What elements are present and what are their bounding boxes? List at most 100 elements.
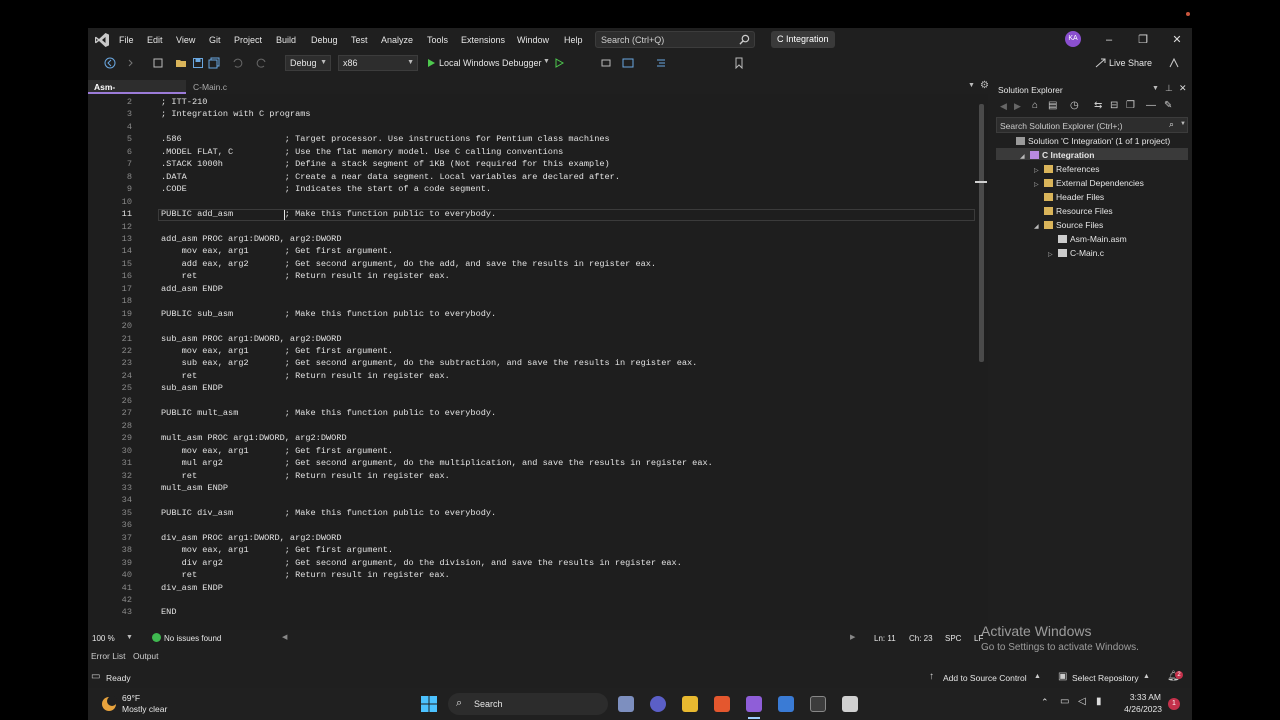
tab-asm-main[interactable]: Asm-Main.asm⊣✕ <box>88 80 186 106</box>
tree-item[interactable]: ◢ C Integration <box>1020 150 1094 160</box>
code-line[interactable]: PUBLIC mult_asm ; Make this function pub… <box>161 408 496 418</box>
tree-expander-icon[interactable]: ▷ <box>1048 251 1058 258</box>
menu-git[interactable]: Git <box>209 35 221 45</box>
browse-icon[interactable] <box>622 57 634 69</box>
output-window-icon[interactable]: ▭ <box>91 671 100 682</box>
tree-item[interactable]: ▷ C-Main.c <box>1048 248 1104 258</box>
code-line[interactable]: .MODEL FLAT, C ; Use the flat memory mod… <box>161 147 563 157</box>
menu-extensions[interactable]: Extensions <box>461 35 505 45</box>
code-line[interactable]: ret ; Return result in register eax. <box>161 471 450 481</box>
chevron-up-icon[interactable]: ⌃ <box>1041 697 1049 708</box>
home-icon[interactable]: ⌂ <box>1032 100 1038 111</box>
code-line[interactable]: ; ITT-210 <box>161 97 207 107</box>
code-line[interactable]: PUBLIC add_asm ; Make this function publ… <box>161 209 496 219</box>
code-line[interactable]: div_asm ENDP <box>161 583 223 593</box>
tree-item[interactable]: Solution 'C Integration' (1 of 1 project… <box>1006 136 1170 146</box>
code-line[interactable]: mult_asm ENDP <box>161 483 228 493</box>
tree-item[interactable]: ▷ External Dependencies <box>1034 178 1144 188</box>
weather-temperature[interactable]: 69°F <box>122 693 140 703</box>
new-project-icon[interactable] <box>152 57 164 69</box>
start-debugging-icon[interactable] <box>425 57 437 69</box>
avatar[interactable]: KA <box>1065 31 1081 47</box>
code-line[interactable]: .CODE ; Indicates the start of a code se… <box>161 184 491 194</box>
visual-studio-taskbar-icon[interactable] <box>746 696 762 712</box>
live-share-button[interactable]: Live Share <box>1109 58 1152 68</box>
add-to-source-control-button[interactable]: Add to Source Control <box>943 673 1027 683</box>
tab-error-list[interactable]: Error List <box>91 651 125 661</box>
tree-expander-icon[interactable]: ◢ <box>1020 153 1030 160</box>
code-line[interactable]: add eax, arg2 ; Get second argument, do … <box>161 259 656 269</box>
taskbar-search[interactable]: ⌕ Search <box>448 693 608 715</box>
save-all-icon[interactable] <box>208 57 220 69</box>
code-line[interactable]: mov eax, arg1 ; Get first argument. <box>161 446 393 456</box>
scroll-right-icon[interactable]: ▶ <box>850 633 855 641</box>
menu-test[interactable]: Test <box>351 35 368 45</box>
volume-muted-icon[interactable]: ◁ <box>1078 696 1086 707</box>
code-line[interactable]: ret ; Return result in register eax. <box>161 271 450 281</box>
code-line[interactable]: ret ; Return result in register eax. <box>161 570 450 580</box>
scroll-left-icon[interactable]: ◀ <box>282 633 287 641</box>
code-line[interactable]: mult_asm PROC arg1:DWORD, arg2:DWORD <box>161 433 347 443</box>
code-line[interactable]: add_asm PROC arg1:DWORD, arg2:DWORD <box>161 234 342 244</box>
close-icon[interactable]: ✕ <box>1170 33 1184 47</box>
start-without-debugging-icon[interactable] <box>553 57 565 69</box>
solution-search-input[interactable]: Search Solution Explorer (Ctrl+;) ⌕ ▼ <box>996 117 1188 133</box>
code-line[interactable]: .DATA ; Create a near data segment. Loca… <box>161 172 620 182</box>
code-line[interactable]: mov eax, arg1 ; Get first argument. <box>161 545 393 555</box>
forward-icon[interactable]: ▶ <box>1014 101 1021 112</box>
code-editor[interactable]: 2 3 4 5 6 7 8 9 10 11 12 13 14 15 16 17 18 19 20 21 22 23 24 25… <box>88 94 988 630</box>
tree-expander-icon[interactable]: ▷ <box>1034 167 1044 174</box>
code-line[interactable]: div arg2 ; Get second argument, do the d… <box>161 558 682 568</box>
notification-center-badge[interactable]: 1 <box>1168 698 1180 710</box>
tree-expander-icon[interactable]: ▷ <box>1034 181 1044 188</box>
zoom-level[interactable]: 100 % <box>92 634 115 643</box>
app-icon[interactable] <box>842 696 858 712</box>
tab-c-main[interactable]: C-Main.c <box>187 80 257 94</box>
configuration-dropdown[interactable]: Debug ▼ <box>285 55 331 71</box>
properties-wrench-icon[interactable]: ✎ <box>1164 100 1172 111</box>
format-icon[interactable] <box>655 57 667 69</box>
chevron-down-icon[interactable]: ▼ <box>1152 85 1159 92</box>
code-line[interactable]: add_asm ENDP <box>161 284 223 294</box>
menu-build[interactable]: Build <box>276 35 296 45</box>
back-icon[interactable] <box>104 57 116 69</box>
close-panel-icon[interactable]: ✕ <box>1179 83 1187 94</box>
file-explorer-icon[interactable] <box>682 696 698 712</box>
tree-item[interactable]: ◢ Source Files <box>1034 220 1103 230</box>
maximize-icon[interactable]: ❐ <box>1136 33 1150 47</box>
chevron-down-icon[interactable]: ▼ <box>126 634 133 641</box>
tab-output[interactable]: Output <box>133 651 159 661</box>
menu-analyze[interactable]: Analyze <box>381 35 413 45</box>
hot-reload-icon[interactable] <box>600 57 612 69</box>
local-debugger-button[interactable]: Local Windows Debugger <box>439 58 542 68</box>
code-line[interactable]: ; Integration with C programs <box>161 109 311 119</box>
windows-start-icon[interactable] <box>420 695 438 713</box>
pin-icon[interactable]: ⊥ <box>1165 83 1173 94</box>
terminal-icon[interactable] <box>810 696 826 712</box>
code-line[interactable]: PUBLIC sub_asm ; Make this function publ… <box>161 309 496 319</box>
open-file-icon[interactable] <box>175 57 187 69</box>
battery-icon[interactable]: ▮ <box>1096 696 1102 707</box>
menu-file[interactable]: File <box>119 35 134 45</box>
code-line[interactable]: mov eax, arg1 ; Get first argument. <box>161 246 393 256</box>
code-line[interactable]: .586 ; Target processor. Use instruction… <box>161 134 610 144</box>
redo-icon[interactable] <box>256 57 268 69</box>
code-line[interactable]: div_asm PROC arg1:DWORD, arg2:DWORD <box>161 533 342 543</box>
save-icon[interactable] <box>192 57 204 69</box>
weather-condition[interactable]: Mostly clear <box>122 704 167 714</box>
switch-views-icon[interactable]: ▤ <box>1048 100 1057 111</box>
network-icon[interactable]: ▭ <box>1060 696 1069 707</box>
chevron-down-icon[interactable]: ▼ <box>543 58 550 65</box>
feedback-icon[interactable] <box>1168 57 1180 69</box>
forward-icon[interactable] <box>124 57 136 69</box>
minimize-icon[interactable]: – <box>1102 33 1116 47</box>
search-box[interactable]: Search (Ctrl+Q) <box>595 31 755 48</box>
menu-view[interactable]: View <box>176 35 195 45</box>
brave-browser-icon[interactable] <box>714 696 730 712</box>
code-line[interactable]: sub eax, arg2 ; Get second argument, do … <box>161 358 698 368</box>
chevron-down-icon[interactable]: ▼ <box>1180 121 1186 127</box>
undo-icon[interactable] <box>231 57 243 69</box>
code-line[interactable]: ret ; Return result in register eax. <box>161 371 450 381</box>
menu-debug[interactable]: Debug <box>311 35 338 45</box>
preview-icon[interactable]: — <box>1146 100 1156 111</box>
